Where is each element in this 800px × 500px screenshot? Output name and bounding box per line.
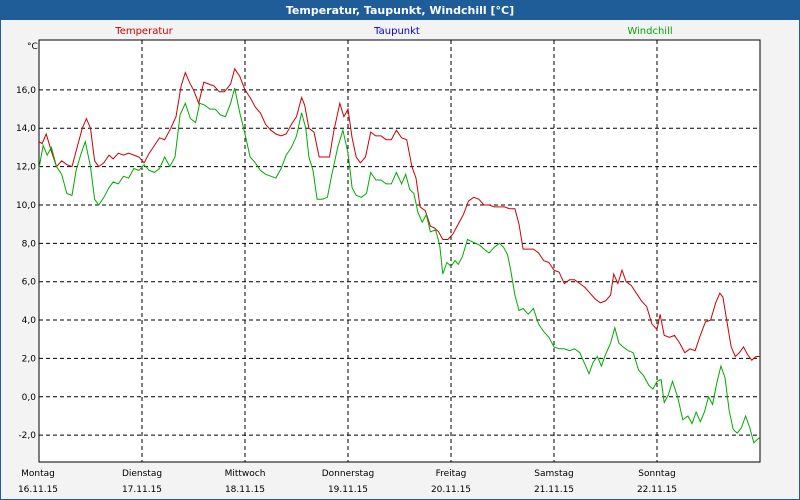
x-tick-date: 18.11.15 bbox=[225, 485, 265, 495]
y-tick-label: 16,0 bbox=[16, 86, 36, 96]
x-tick-date: 20.11.15 bbox=[431, 485, 471, 495]
x-tick-day: Samstag bbox=[534, 469, 573, 479]
y-tick-label: -2,0 bbox=[18, 431, 36, 441]
x-tick-day: Montag bbox=[21, 469, 55, 479]
legend: Temperatur Taupunkt Windchill bbox=[114, 26, 672, 37]
x-tick-day: Donnerstag bbox=[322, 469, 375, 479]
plot-area bbox=[38, 39, 761, 463]
y-tick-label: 2,0 bbox=[22, 354, 37, 364]
legend-item-taupunkt: Taupunkt bbox=[373, 26, 420, 37]
legend-item-windchill: Windchill bbox=[627, 26, 672, 37]
x-tick-day: Sonntag bbox=[638, 469, 675, 479]
x-axis-ticks: Montag 16.11.15 Dienstag 17.11.15 Mittwoch 18… bbox=[18, 469, 677, 495]
x-tick-day: Dienstag bbox=[122, 469, 162, 479]
y-tick-label: 4,0 bbox=[22, 316, 37, 326]
x-tick-date: 16.11.15 bbox=[18, 485, 58, 495]
x-tick-date: 17.11.15 bbox=[122, 485, 162, 495]
y-axis-unit: °C bbox=[27, 42, 38, 52]
y-tick-label: 14,0 bbox=[16, 124, 36, 134]
x-tick-date: 21.11.15 bbox=[534, 485, 574, 495]
y-tick-label: 0,0 bbox=[22, 393, 37, 403]
y-axis-ticks: -2,0 0,0 2,0 4,0 6,0 8,0 10,0 12,0 14,0 16,0 bbox=[16, 86, 36, 441]
x-tick-day: Freitag bbox=[436, 469, 467, 479]
chart: °C -2,0 0,0 2,0 4,0 6,0 8,0 10,0 12,0 14,0 16,0 M… bbox=[16, 26, 761, 495]
x-tick-date: 19.11.15 bbox=[328, 485, 368, 495]
y-tick-label: 12,0 bbox=[16, 163, 36, 173]
legend-item-temperatur: Temperatur bbox=[114, 26, 173, 37]
x-tick-day: Mittwoch bbox=[225, 469, 266, 479]
x-tick-date: 22.11.15 bbox=[637, 485, 677, 495]
y-tick-label: 8,0 bbox=[22, 239, 37, 249]
y-tick-label: 10,0 bbox=[16, 201, 36, 211]
y-tick-label: 6,0 bbox=[22, 278, 37, 288]
